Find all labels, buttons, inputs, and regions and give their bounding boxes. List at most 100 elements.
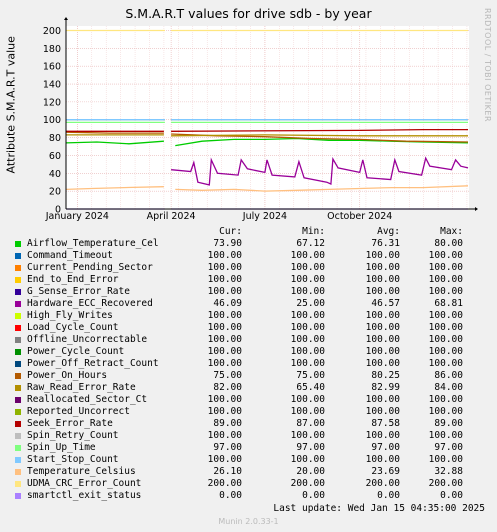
legend-swatch: [15, 337, 21, 343]
legend-swatch: [15, 433, 21, 439]
legend-value-min: 100.00: [290, 454, 325, 465]
legend-series-name: Load_Cycle_Count: [27, 322, 119, 333]
legend-value-max: 100.00: [428, 334, 463, 345]
last-update: Last update: Wed Jan 15 04:35:00 2025: [273, 503, 485, 514]
legend-value-avg: 87.58: [371, 418, 400, 429]
legend-value-max: 100.00: [428, 406, 463, 417]
legend-row: Power_Off_Retract_Count 100.00 100.00 100.0…: [0, 358, 497, 370]
munin-version: Munin 2.0.33-1: [218, 517, 279, 526]
legend-value-max: 68.81: [434, 298, 463, 309]
legend-value-cur: 75.00: [213, 370, 242, 381]
legend-value-avg: 97.00: [371, 442, 400, 453]
legend-value-cur: 200.00: [207, 478, 242, 489]
y-tick-label: 40: [49, 169, 61, 180]
legend-value-cur: 0.00: [219, 490, 242, 501]
legend-row: Seek_Error_Rate 89.00 87.00 87.58 89.00: [0, 418, 497, 430]
legend-value-avg: 100.00: [365, 262, 400, 273]
legend-value-min: 100.00: [290, 430, 325, 441]
legend-value-max: 100.00: [428, 262, 463, 273]
y-tick-label: 20: [49, 187, 61, 198]
legend-row: UDMA_CRC_Error_Count 200.00 200.00 200.00 20…: [0, 478, 497, 490]
legend-swatch: [15, 265, 21, 271]
legend-value-max: 80.00: [434, 238, 463, 249]
legend-value-avg: 100.00: [365, 274, 400, 285]
legend-series-name: Command_Timeout: [27, 250, 113, 261]
legend-value-min: 100.00: [290, 262, 325, 273]
legend-series-name: Current_Pending_Sector: [27, 262, 153, 273]
legend-row: Power_On_Hours 75.00 75.00 80.25 86.00: [0, 370, 497, 382]
legend-swatch: [15, 385, 21, 391]
legend-swatch: [15, 409, 21, 415]
legend-value-max: 100.00: [428, 274, 463, 285]
legend-row: Spin_Retry_Count 100.00 100.00 100.00 100.00: [0, 430, 497, 442]
legend-swatch: [15, 349, 21, 355]
legend-row: High_Fly_Writes 100.00 100.00 100.00 100.00: [0, 310, 497, 322]
legend-series-name: Spin_Up_Time: [27, 442, 96, 453]
legend-value-cur: 73.90: [213, 238, 242, 249]
legend-swatch: [15, 445, 21, 451]
legend-value-avg: 100.00: [365, 346, 400, 357]
legend-swatch: [15, 481, 21, 487]
legend-row: Airflow_Temperature_Cel 73.90 67.12 76.31 80…: [0, 238, 497, 250]
y-tick-label: 80: [49, 133, 61, 144]
legend-value-min: 100.00: [290, 394, 325, 405]
legend-value-avg: 46.57: [371, 298, 400, 309]
x-tick-label: April 2024: [147, 211, 196, 222]
legend-swatch: [15, 313, 21, 319]
legend-value-max: 100.00: [428, 250, 463, 261]
legend-value-cur: 100.00: [207, 310, 242, 321]
legend-header: Cur: Min: Avg: Max:: [0, 226, 497, 238]
legend-row: Offline_Uncorrectable 100.00 100.00 100.00 1…: [0, 334, 497, 346]
legend-column-header: Max:: [440, 226, 463, 237]
legend-row: End_to_End_Error 100.00 100.00 100.00 100.00: [0, 274, 497, 286]
legend-value-avg: 100.00: [365, 394, 400, 405]
legend-value-min: 0.00: [302, 490, 325, 501]
legend-row: Current_Pending_Sector 100.00 100.00 100.00…: [0, 262, 497, 274]
legend-value-cur: 100.00: [207, 250, 242, 261]
legend-value-max: 100.00: [428, 430, 463, 441]
legend-value-max: 100.00: [428, 286, 463, 297]
legend-value-min: 100.00: [290, 406, 325, 417]
legend-value-avg: 100.00: [365, 322, 400, 333]
legend-value-min: 100.00: [290, 310, 325, 321]
legend-value-avg: 100.00: [365, 358, 400, 369]
legend-value-avg: 100.00: [365, 334, 400, 345]
legend-row: smartctl_exit_status 0.00 0.00 0.00 0.00: [0, 490, 497, 502]
legend-swatch: [15, 253, 21, 259]
legend-value-cur: 100.00: [207, 262, 242, 273]
legend-series-name: Raw_Read_Error_Rate: [27, 382, 136, 393]
legend-swatch: [15, 301, 21, 307]
legend-swatch: [15, 361, 21, 367]
legend-value-min: 100.00: [290, 346, 325, 357]
legend-swatch: [15, 457, 21, 463]
legend-value-cur: 100.00: [207, 286, 242, 297]
legend-value-min: 87.00: [296, 418, 325, 429]
legend-value-max: 200.00: [428, 478, 463, 489]
legend-value-cur: 89.00: [213, 418, 242, 429]
legend-value-max: 100.00: [428, 310, 463, 321]
legend-value-min: 97.00: [296, 442, 325, 453]
y-tick-label: 180: [43, 44, 61, 55]
legend-row: Start_Stop_Count 100.00 100.00 100.00 100.00: [0, 454, 497, 466]
legend-row: Reported_Uncorrect 100.00 100.00 100.00 100.…: [0, 406, 497, 418]
legend-value-cur: 100.00: [207, 274, 242, 285]
legend-value-avg: 0.00: [377, 490, 400, 501]
legend-series-name: Seek_Error_Rate: [27, 418, 113, 429]
legend-value-min: 20.00: [296, 466, 325, 477]
legend-value-max: 86.00: [434, 370, 463, 381]
legend-row: Temperature_Celsius 26.10 20.00 23.69 32.88: [0, 466, 497, 478]
legend-value-max: 32.88: [434, 466, 463, 477]
legend-value-cur: 82.00: [213, 382, 242, 393]
legend-value-max: 100.00: [428, 346, 463, 357]
x-tick-label: January 2024: [45, 211, 109, 222]
legend-value-min: 25.00: [296, 298, 325, 309]
legend-value-min: 67.12: [296, 238, 325, 249]
y-tick-label: 100: [43, 115, 61, 126]
legend-value-min: 100.00: [290, 286, 325, 297]
legend-value-min: 100.00: [290, 274, 325, 285]
legend-value-avg: 76.31: [371, 238, 400, 249]
legend-row: G_Sense_Error_Rate 100.00 100.00 100.00 100.…: [0, 286, 497, 298]
legend-swatch: [15, 469, 21, 475]
legend-value-avg: 100.00: [365, 286, 400, 297]
legend-series-name: Power_Cycle_Count: [27, 346, 125, 357]
